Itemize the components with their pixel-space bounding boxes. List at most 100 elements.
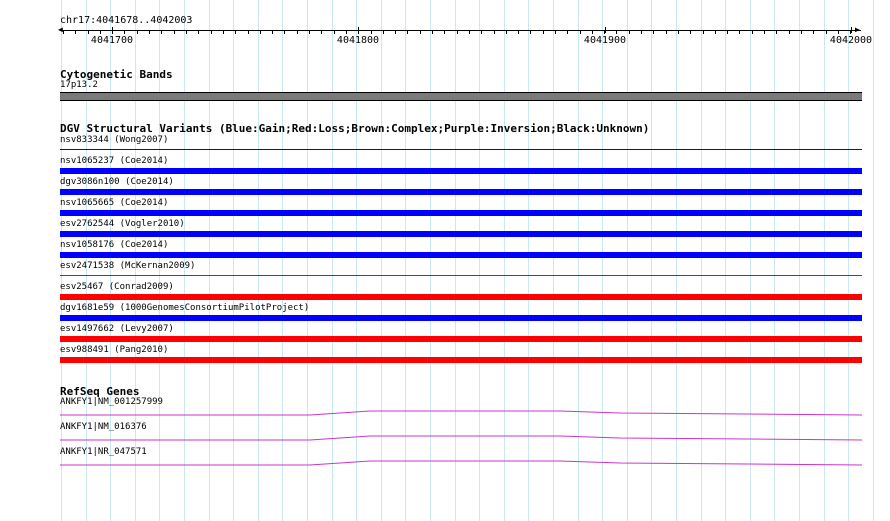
ruler-minor-tick [543,30,544,34]
grid-line [282,0,283,521]
ruler-minor-tick [457,30,458,34]
grid-line [848,0,849,521]
ruler-major-tick [112,27,113,33]
grid-line [774,0,775,521]
ruler-minor-tick [580,30,581,34]
ruler-minor-tick [518,30,519,34]
ruler-minor-tick [481,30,482,34]
dgv-variant-label: dgv3086n100 (Coe2014) [60,177,174,187]
dgv-variant-bar[interactable] [60,357,862,363]
dgv-variant-label: nsv833344 (Wong2007) [60,135,169,145]
ruler-minor-tick [678,30,679,34]
refseq-gene-model[interactable] [60,407,862,417]
grid-line [602,0,603,521]
ruler-minor-tick [137,30,138,34]
ruler-minor-tick [223,30,224,34]
grid-line [676,0,677,521]
ruler-minor-tick [739,30,740,34]
dgv-variant-bar[interactable] [60,149,862,150]
ruler-minor-tick [703,30,704,34]
grid-line [332,0,333,521]
cytoband-label: 17p13.2 [60,80,98,90]
ruler-minor-tick [653,30,654,34]
ruler-minor-tick [124,30,125,34]
ruler-minor-tick [420,30,421,34]
grid-line [750,0,751,521]
grid-line [356,0,357,521]
dgv-variant-bar[interactable] [60,315,862,321]
ruler-minor-tick [272,30,273,34]
refseq-gene-line [60,435,862,441]
ruler-tick-label: 4041900 [583,35,627,46]
cytoband-bar[interactable] [60,92,862,101]
dgv-variant-bar[interactable] [60,189,862,195]
ruler-minor-tick [260,30,261,34]
refseq-gene-model[interactable] [60,457,862,467]
grid-line [209,0,210,521]
ruler-minor-tick [616,30,617,34]
grid-line [504,0,505,521]
ruler-minor-tick [88,30,89,34]
ruler-tick-label: 4041700 [90,35,134,46]
grid-line [479,0,480,521]
ruler-minor-tick [211,30,212,34]
grid-line [578,0,579,521]
ruler-minor-tick [321,30,322,34]
grid-line [381,0,382,521]
ruler-minor-tick [555,30,556,34]
dgv-variant-bar[interactable] [60,275,862,276]
ruler-major-tick [851,27,852,33]
dgv-variant-label: nsv1058176 (Coe2014) [60,240,169,250]
grid-line [725,0,726,521]
ruler-minor-tick [186,30,187,34]
ruler-minor-tick [407,30,408,34]
ruler-minor-tick [248,30,249,34]
ruler-minor-tick [371,30,372,34]
dgv-variant-bar[interactable] [60,336,862,342]
dgv-variant-bar[interactable] [60,294,862,300]
dgv-variant-label: dgv1681e59 (1000GenomesConsortiumPilotPr… [60,303,310,313]
ruler-minor-tick [494,30,495,34]
ruler-minor-tick [764,30,765,34]
ruler-minor-tick [813,30,814,34]
grid-line [701,0,702,521]
ruler-minor-tick [666,30,667,34]
grid-line [627,0,628,521]
grid-line [233,0,234,521]
ruler-minor-tick [444,30,445,34]
grid-line [553,0,554,521]
ruler-minor-tick [592,30,593,34]
ruler-minor-tick [641,30,642,34]
grid-line [258,0,259,521]
grid-line [651,0,652,521]
grid-line [799,0,800,521]
dgv-variant-label: nsv1065237 (Coe2014) [60,156,169,166]
ruler-minor-tick [75,30,76,34]
ruler-minor-tick [346,30,347,34]
grid-line [455,0,456,521]
ruler-minor-tick [530,30,531,34]
ruler-minor-tick [174,30,175,34]
dgv-variant-bar[interactable] [60,210,862,216]
ruler-minor-tick [567,30,568,34]
refseq-gene-model[interactable] [60,432,862,442]
dgv-variant-label: esv1497662 (Levy2007) [60,324,174,334]
ruler-minor-tick [469,30,470,34]
ruler-minor-tick [198,30,199,34]
dgv-variant-bar[interactable] [60,231,862,237]
refseq-gene-line [60,410,862,416]
ruler-axis [60,30,861,31]
ruler-minor-tick [383,30,384,34]
ruler-minor-tick [161,30,162,34]
ruler-minor-tick [715,30,716,34]
grid-line [824,0,825,521]
ruler-minor-tick [629,30,630,34]
dgv-variant-bar[interactable] [60,252,862,258]
coordinate-ruler[interactable]: chr17:4041678..4042003 ◀ ▶ 4041700 404180… [0,0,890,60]
ruler-minor-tick [100,30,101,34]
ruler-minor-tick [789,30,790,34]
dgv-variant-label: esv988491 (Pang2010) [60,345,169,355]
ruler-minor-tick [727,30,728,34]
dgv-track-title: DGV Structural Variants (Blue:Gain;Red:L… [60,122,650,135]
dgv-variant-bar[interactable] [60,168,862,174]
